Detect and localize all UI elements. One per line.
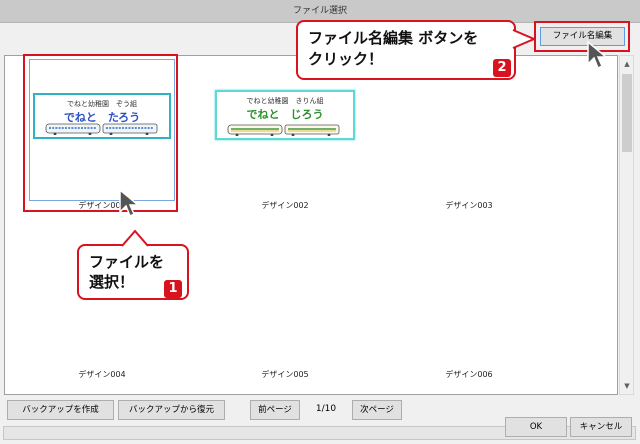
ok-button[interactable]: OK <box>505 417 567 437</box>
preview-school-text: でねと幼稚園 きりん組 <box>246 97 324 105</box>
callout-pointer <box>512 29 536 49</box>
scroll-thumb[interactable] <box>622 74 632 152</box>
prev-page-button[interactable]: 前ページ <box>250 400 300 420</box>
window-title: ファイル選択 <box>292 6 347 16</box>
callout-text-line2: クリック！ <box>308 50 384 68</box>
callout-pointer <box>121 229 149 247</box>
scroll-up-arrow-icon[interactable]: ▲ <box>622 58 632 70</box>
callout-text-line1: ファイルを <box>89 253 165 271</box>
design-preview-002: でねと幼稚園 きりん組 でねと じろう <box>215 90 355 140</box>
tile-selection-highlight <box>23 54 178 212</box>
callout-rename-file: ファイル名編集 ボタンを クリック！ <box>296 20 516 80</box>
cancel-button[interactable]: キャンセル <box>570 417 632 437</box>
file-grid: でねと幼稚園 ぞう組 でねと たろう デザイン001 でねと幼稚園 きりん組 で… <box>4 54 618 395</box>
vertical-scrollbar[interactable]: ▲ ▼ <box>619 55 634 395</box>
tile-label-004[interactable]: デザイン004 <box>32 369 172 380</box>
tile-label-002[interactable]: デザイン002 <box>215 200 355 211</box>
mouse-cursor-icon <box>587 40 608 70</box>
tile-design-002[interactable]: でねと幼稚園 きりん組 でねと じろう <box>213 90 355 140</box>
mouse-cursor-icon <box>119 188 140 218</box>
scroll-down-arrow-icon[interactable]: ▼ <box>622 380 632 392</box>
step-badge-2: 2 <box>493 59 511 77</box>
create-backup-button[interactable]: バックアップを作成 <box>7 400 114 420</box>
step-badge-1: 1 <box>164 280 182 298</box>
tile-label-006[interactable]: デザイン006 <box>399 369 539 380</box>
tile-label-005[interactable]: デザイン005 <box>215 369 355 380</box>
train-illustration <box>227 124 340 136</box>
page-indicator: 1/10 <box>315 404 337 414</box>
preview-name-text: でねと じろう <box>246 108 324 121</box>
rename-button-highlight <box>534 21 630 52</box>
next-page-button[interactable]: 次ページ <box>352 400 402 420</box>
tile-label-003[interactable]: デザイン003 <box>399 200 539 211</box>
restore-backup-button[interactable]: バックアップから復元 <box>118 400 225 420</box>
callout-text-line1: ファイル名編集 ボタンを <box>308 29 479 47</box>
